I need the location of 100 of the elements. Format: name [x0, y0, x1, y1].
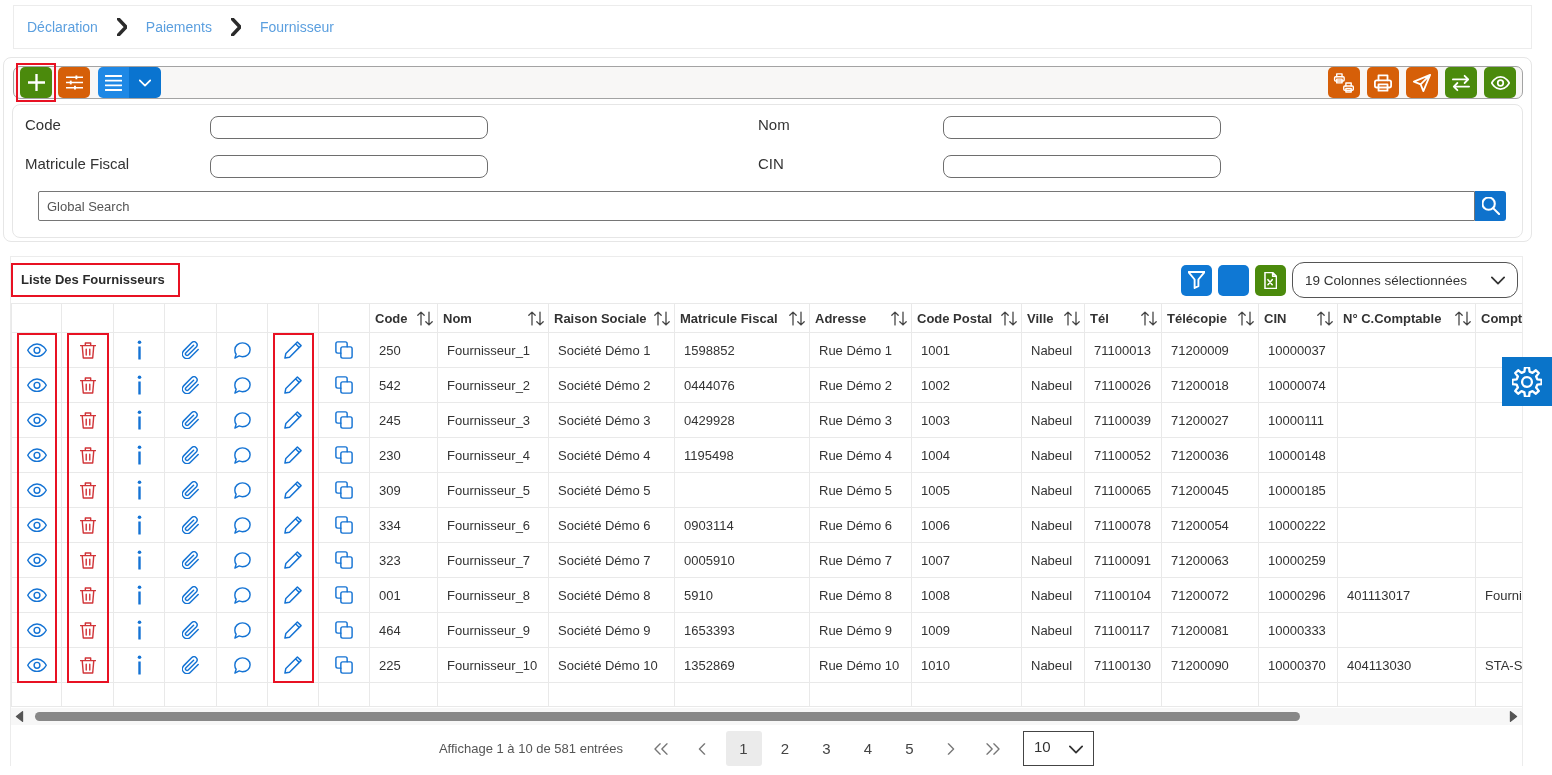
sort-icon[interactable] [654, 310, 670, 326]
sort-icon[interactable] [1455, 310, 1471, 326]
pencil-icon[interactable] [284, 621, 302, 639]
view-button[interactable] [1484, 67, 1516, 98]
trash-icon[interactable] [79, 411, 96, 429]
copy-icon[interactable] [335, 341, 353, 359]
paperclip-icon[interactable] [181, 411, 200, 429]
paperclip-icon[interactable] [181, 376, 200, 394]
trash-icon[interactable] [79, 341, 96, 359]
send-button[interactable] [1406, 67, 1438, 98]
paperclip-icon[interactable] [181, 551, 200, 569]
columns-select[interactable]: 19 Colonnes sélectionnées [1292, 262, 1518, 298]
eye-icon[interactable] [26, 587, 47, 603]
list-button[interactable] [98, 67, 129, 98]
info-icon[interactable] [136, 655, 142, 675]
page-button[interactable]: 5 [891, 731, 928, 766]
pencil-icon[interactable] [284, 586, 302, 604]
eye-icon[interactable] [26, 377, 47, 393]
sort-icon[interactable] [891, 310, 907, 326]
paperclip-icon[interactable] [181, 446, 200, 464]
text-input[interactable] [210, 116, 488, 139]
paperclip-icon[interactable] [181, 481, 200, 499]
column-header[interactable]: Nom [443, 310, 472, 326]
info-icon[interactable] [136, 375, 142, 395]
column-header[interactable]: CIN [1264, 310, 1287, 326]
info-icon[interactable] [136, 340, 142, 360]
filter-button[interactable] [1181, 264, 1212, 296]
eye-icon[interactable] [26, 412, 47, 428]
info-icon[interactable] [136, 480, 142, 500]
print-button[interactable] [1367, 67, 1399, 98]
speech-bubble-icon[interactable] [233, 516, 251, 534]
page-button[interactable]: 1 [725, 731, 762, 766]
eye-icon[interactable] [26, 342, 47, 358]
pencil-icon[interactable] [284, 376, 302, 394]
eye-icon[interactable] [26, 622, 47, 638]
eye-icon[interactable] [26, 517, 47, 533]
text-input[interactable] [943, 116, 1221, 139]
trash-icon[interactable] [79, 446, 96, 464]
trash-icon[interactable] [79, 621, 96, 639]
copy-icon[interactable] [335, 656, 353, 674]
speech-bubble-icon[interactable] [233, 656, 251, 674]
trash-icon[interactable] [79, 551, 96, 569]
trash-icon[interactable] [79, 586, 96, 604]
info-icon[interactable] [136, 585, 142, 605]
pencil-icon[interactable] [284, 446, 302, 464]
pencil-icon[interactable] [284, 656, 302, 674]
adjust-button[interactable] [58, 67, 90, 98]
search-field[interactable]: Global Search [38, 191, 1475, 221]
trash-icon[interactable] [79, 516, 96, 534]
settings-button[interactable] [1502, 357, 1552, 406]
copy-icon[interactable] [335, 376, 353, 394]
trash-icon[interactable] [79, 376, 96, 394]
copy-icon[interactable] [335, 516, 353, 534]
info-icon[interactable] [136, 620, 142, 640]
pencil-icon[interactable] [284, 341, 302, 359]
right-arrow-icon[interactable] [1509, 711, 1518, 722]
batch-print-button[interactable] [1328, 67, 1360, 98]
sort-icon[interactable] [1317, 310, 1333, 326]
eye-icon[interactable] [26, 482, 47, 498]
first-page-icon[interactable] [653, 742, 668, 755]
copy-icon[interactable] [335, 621, 353, 639]
pencil-icon[interactable] [284, 481, 302, 499]
pencil-icon[interactable] [284, 551, 302, 569]
sort-icon[interactable] [528, 310, 544, 326]
trash-icon[interactable] [79, 481, 96, 499]
pencil-icon[interactable] [284, 516, 302, 534]
info-icon[interactable] [136, 550, 142, 570]
excel-export-button[interactable] [1255, 264, 1286, 296]
paperclip-icon[interactable] [181, 621, 200, 639]
page-button[interactable]: 4 [850, 731, 887, 766]
info-icon[interactable] [136, 515, 142, 535]
trash-icon[interactable] [79, 656, 96, 674]
sort-icon[interactable] [1064, 310, 1080, 326]
copy-icon[interactable] [335, 446, 353, 464]
speech-bubble-icon[interactable] [233, 446, 251, 464]
search-button[interactable] [1475, 191, 1506, 221]
eye-icon[interactable] [26, 657, 47, 673]
copy-icon[interactable] [335, 411, 353, 429]
paperclip-icon[interactable] [181, 341, 200, 359]
paperclip-icon[interactable] [181, 516, 200, 534]
left-arrow-icon[interactable] [15, 711, 24, 722]
info-icon[interactable] [136, 445, 142, 465]
sort-icon[interactable] [1001, 310, 1017, 326]
page-size-select[interactable]: 10 [1023, 731, 1095, 766]
sort-icon[interactable] [789, 310, 805, 326]
column-header[interactable]: Tél [1090, 310, 1109, 326]
speech-bubble-icon[interactable] [233, 376, 251, 394]
paperclip-icon[interactable] [181, 656, 200, 674]
copy-icon[interactable] [335, 551, 353, 569]
pencil-icon[interactable] [284, 411, 302, 429]
dropdown-button[interactable] [129, 67, 161, 98]
swap-button[interactable] [1445, 67, 1477, 98]
speech-bubble-icon[interactable] [233, 551, 251, 569]
eye-icon[interactable] [26, 552, 47, 568]
page-button[interactable]: 2 [767, 731, 804, 766]
info-icon[interactable] [136, 410, 142, 430]
paperclip-icon[interactable] [181, 586, 200, 604]
blank-button[interactable] [1218, 264, 1249, 296]
scrollbar-thumb[interactable] [35, 712, 1300, 721]
copy-icon[interactable] [335, 586, 353, 604]
